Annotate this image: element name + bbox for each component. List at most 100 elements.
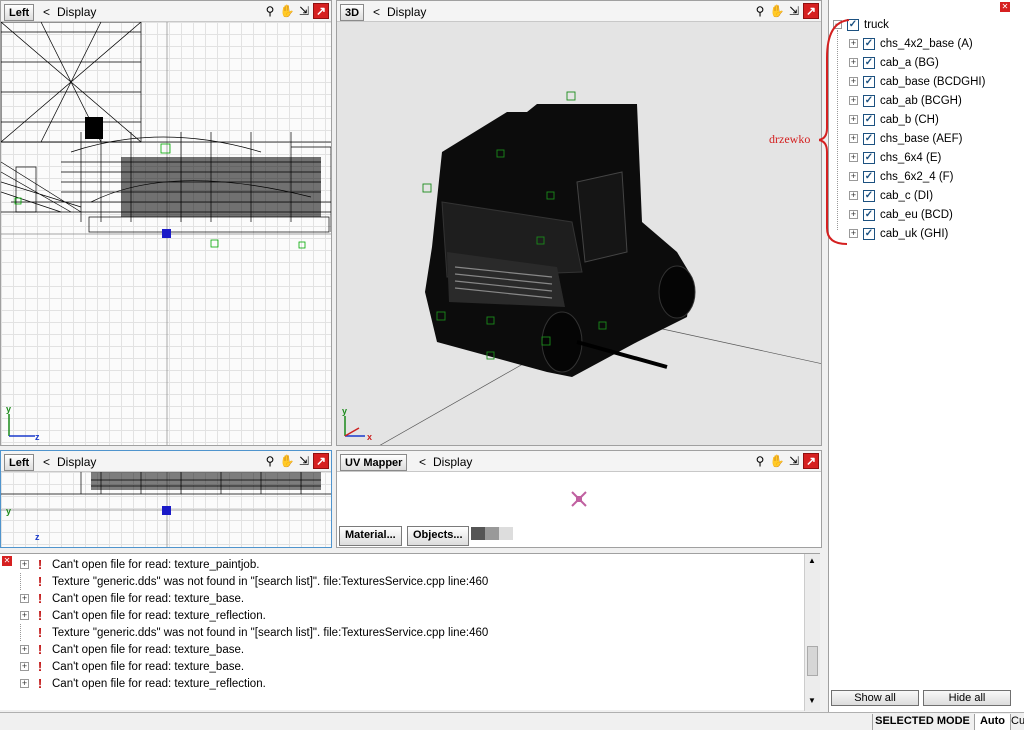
uv-marker-icon [571,491,587,507]
pan-hand-icon[interactable]: ✋ [279,453,295,469]
pan-hand-icon[interactable]: ✋ [769,3,785,19]
viewport-name-button[interactable]: 3D [340,4,365,21]
scroll-up-icon[interactable]: ▲ [808,556,816,565]
tree-item[interactable]: + ✓ chs_6x4 (E) [849,149,941,166]
tree-item[interactable]: + ✓ cab_c (DI) [849,187,933,204]
expand-icon[interactable]: ⇲ [296,3,312,19]
close-icon[interactable]: ✕ [1000,2,1010,12]
expand-icon[interactable]: + [20,560,29,569]
tree-item[interactable]: + ✓ cab_base (BCDGHI) [849,73,985,90]
viewport-uv-mapper[interactable]: UV Mapper < Display ⚲ ✋ ⇲ ↗ Material... O… [336,450,822,548]
hide-all-button[interactable]: Hide all [923,690,1011,706]
maximize-icon[interactable]: ↗ [803,3,819,19]
log-row[interactable]: +! Can't open file for read: texture_refl… [20,675,266,692]
log-row[interactable]: +! Can't open file for read: texture_base… [20,658,244,675]
log-row[interactable]: ! Texture "generic.dds" was not found in … [20,624,488,641]
viewport-name-button[interactable]: Left [4,4,35,21]
log-message: Texture "generic.dds" was not found in "… [52,575,489,588]
axis-z-label: z [35,532,40,542]
tree-item-label: cab_eu (BCD) [880,208,953,221]
uv-canvas[interactable]: Material... Objects... [337,472,821,547]
viewport-name-button[interactable]: UV Mapper [340,454,408,471]
log-message: Can't open file for read: texture_paintj… [52,558,260,571]
expand-icon[interactable]: + [20,645,29,654]
viewport-header: Left < Display ⚲ ✋ ⇲ ↗ [1,451,331,472]
scroll-thumb[interactable] [807,646,818,676]
viewport-3d[interactable]: 3D < Display ⚲ ✋ ⇲ ↗ y x [336,0,822,446]
checkbox-icon[interactable]: ✓ [863,151,875,164]
show-all-button[interactable]: Show all [831,690,919,706]
tree-item[interactable]: + ✓ cab_ab (BCGH) [849,92,962,109]
checkbox-icon[interactable]: ✓ [863,56,875,69]
annotation-brace [819,19,850,245]
expand-icon[interactable]: + [20,679,29,688]
checkbox-icon[interactable]: ✓ [863,94,875,107]
expand-icon[interactable]: ⇲ [296,453,312,469]
tree-item-label: cab_a (BG) [880,56,939,69]
tree-item[interactable]: + ✓ cab_eu (BCD) [849,206,953,223]
viewport-name-button[interactable]: Left [4,454,35,471]
tree-item[interactable]: + ✓ cab_a (BG) [849,54,939,71]
maximize-icon[interactable]: ↗ [803,453,819,469]
zoom-icon[interactable]: ⚲ [752,453,768,469]
pan-hand-icon[interactable]: ✋ [769,453,785,469]
close-icon[interactable]: ✕ [2,556,12,566]
checkbox-icon[interactable]: ✓ [863,189,875,202]
error-icon: ! [37,557,43,572]
tree-connector [20,624,29,641]
status-auto[interactable]: Auto [974,714,1010,730]
log-message: Can't open file for read: texture_base. [52,592,245,605]
zoom-icon[interactable]: ⚲ [262,3,278,19]
3d-canvas[interactable]: y x [337,22,821,445]
display-menu[interactable]: < Display [43,5,96,19]
color-swatch-dark[interactable] [471,527,485,540]
zoom-icon[interactable]: ⚲ [262,453,278,469]
log-message: Can't open file for read: texture_reflec… [52,609,266,622]
status-extra: Cu [1010,714,1024,730]
expand-icon[interactable]: ⇲ [786,453,802,469]
tree-item[interactable]: + ✓ cab_b (CH) [849,111,939,128]
viewport-header: Left < Display ⚲ ✋ ⇲ ↗ [1,1,331,22]
wireframe-canvas[interactable]: y z [1,22,331,445]
log-scrollbar[interactable]: ▲ ▼ [804,554,820,711]
tree-item[interactable]: + ✓ chs_base (AEF) [849,130,962,147]
log-row[interactable]: +! Can't open file for read: texture_pain… [20,556,259,573]
pan-hand-icon[interactable]: ✋ [279,3,295,19]
tree-item[interactable]: + ✓ chs_4x2_base (A) [849,35,973,52]
expand-icon[interactable]: + [20,594,29,603]
scroll-down-icon[interactable]: ▼ [808,696,816,705]
viewport-header: 3D < Display ⚲ ✋ ⇲ ↗ [337,1,821,22]
checkbox-icon[interactable]: ✓ [863,75,875,88]
zoom-icon[interactable]: ⚲ [752,3,768,19]
display-menu[interactable]: < Display [373,5,426,19]
checkbox-icon[interactable]: ✓ [863,170,875,183]
log-row[interactable]: +! Can't open file for read: texture_base… [20,641,244,658]
display-menu[interactable]: < Display [419,455,472,469]
display-menu[interactable]: < Display [43,455,96,469]
expand-icon[interactable]: ⇲ [786,3,802,19]
tree-item[interactable]: + ✓ cab_uk (GHI) [849,225,948,242]
maximize-icon[interactable]: ↗ [313,453,329,469]
checkbox-icon[interactable]: ✓ [863,113,875,126]
log-row[interactable]: +! Can't open file for read: texture_base… [20,590,244,607]
checkbox-icon[interactable]: ✓ [863,227,875,240]
objects-button[interactable]: Objects... [407,526,469,546]
checkbox-icon[interactable]: ✓ [863,208,875,221]
status-mode: SELECTED MODE [872,714,972,730]
viewport-left-top[interactable]: Left < Display ⚲ ✋ ⇲ ↗ y z [0,0,332,446]
material-button[interactable]: Material... [339,526,402,546]
expand-icon[interactable]: + [20,662,29,671]
checkbox-icon[interactable]: ✓ [863,37,875,50]
checkbox-icon[interactable]: ✓ [863,132,875,145]
maximize-icon[interactable]: ↗ [313,3,329,19]
tree-item[interactable]: + ✓ chs_6x2_4 (F) [849,168,954,185]
log-row[interactable]: +! Can't open file for read: texture_refl… [20,607,266,624]
color-swatch-light[interactable] [499,527,513,540]
viewport-left-bottom[interactable]: Left < Display ⚲ ✋ ⇲ ↗ y z [0,450,332,548]
tree-connector [20,573,29,590]
color-swatch-mid[interactable] [485,527,499,540]
axis-gizmo [344,416,365,437]
wireframe-canvas[interactable]: y z [1,472,331,547]
expand-icon[interactable]: + [20,611,29,620]
log-row[interactable]: ! Texture "generic.dds" was not found in … [20,573,488,590]
